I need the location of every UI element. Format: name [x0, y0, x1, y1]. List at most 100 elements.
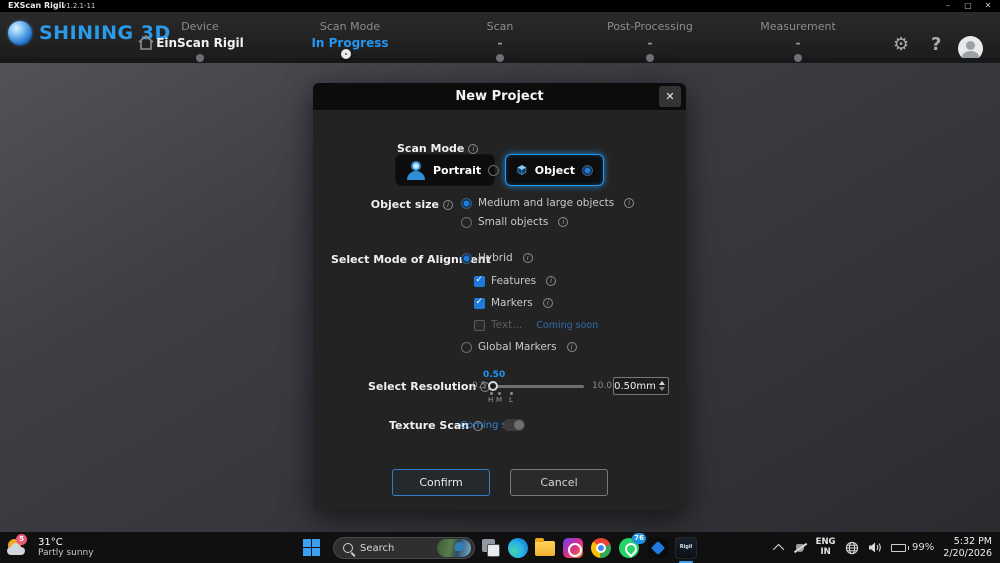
resolution-spinner[interactable]	[656, 381, 668, 391]
option-global-markers[interactable]: Global Markers	[461, 341, 577, 353]
cancel-button[interactable]: Cancel	[510, 469, 608, 496]
network-globe-icon[interactable]	[845, 541, 859, 555]
new-project-dialog: New Project ✕ Scan Mode Portrait Object …	[313, 83, 686, 510]
tick-label-l: L	[509, 396, 513, 404]
option-hybrid[interactable]: Hybrid	[461, 252, 533, 264]
tick-label-m: M	[496, 396, 503, 404]
features-info-icon[interactable]	[546, 276, 557, 286]
object-cube-icon	[517, 164, 527, 176]
spinner-down-icon[interactable]	[659, 387, 665, 391]
markers-checkbox[interactable]	[474, 297, 485, 309]
portrait-person-icon	[406, 160, 426, 180]
file-explorer-icon[interactable]	[534, 537, 556, 559]
markers-info-icon[interactable]	[542, 298, 553, 308]
progress-dot-scan	[496, 54, 504, 62]
start-button[interactable]	[303, 539, 320, 556]
search-icon	[343, 543, 353, 553]
texture-scan-toggle[interactable]	[503, 419, 525, 431]
hybrid-radio[interactable]	[461, 252, 472, 264]
edge-icon[interactable]	[507, 537, 529, 559]
system-tray: ENG IN 99% 5:32 PM 2/20/2026	[772, 532, 1000, 563]
spinner-up-icon[interactable]	[659, 381, 665, 385]
weather-icon: 5	[6, 534, 32, 559]
search-input[interactable]: Search	[333, 537, 475, 559]
hybrid-info-icon[interactable]	[522, 253, 533, 263]
photos-app-icon[interactable]	[562, 537, 584, 559]
exscan-rigil-taskbar-icon[interactable]: Rigil	[675, 537, 697, 563]
taskbar: 5 31°C Partly sunny Search 76 Rigil ENG …	[0, 532, 1000, 563]
option-markers[interactable]: Markers	[474, 297, 553, 309]
search-image-bird	[437, 539, 471, 557]
portrait-mode-button[interactable]: Portrait	[395, 154, 500, 186]
volume-icon[interactable]	[868, 541, 882, 554]
step-device[interactable]: Device EinScan Rigil	[120, 20, 280, 50]
global-markers-info-icon[interactable]	[566, 342, 577, 352]
step-scan-mode[interactable]: Scan Mode In Progress	[270, 20, 430, 50]
weather-desc: Partly sunny	[38, 547, 94, 558]
weather-widget[interactable]: 5 31°C Partly sunny	[6, 534, 94, 559]
tray-chevron-up-icon[interactable]	[772, 543, 784, 555]
confirm-button[interactable]: Confirm	[392, 469, 490, 496]
battery-percent: 99%	[912, 542, 935, 553]
scan-mode-info-icon[interactable]	[468, 144, 479, 154]
language-indicator[interactable]: ENG IN	[816, 537, 836, 557]
tick-dot-m	[498, 392, 501, 395]
small-objects-info-icon[interactable]	[558, 217, 569, 227]
minimize-button[interactable]: –	[940, 0, 956, 11]
tick-dot-h	[490, 392, 493, 395]
app-header: SHINING 3D Device EinScan Rigil Scan Mod…	[0, 12, 1000, 61]
battery-icon	[890, 543, 910, 552]
screen: EXScan Rigil v1.2.1-11 – ▢ ✕ SHINING 3D …	[0, 0, 1000, 563]
resolution-input[interactable]: 0.50mm	[613, 377, 669, 395]
help-icon[interactable]: ?	[931, 36, 941, 54]
medium-large-radio[interactable]	[461, 197, 472, 209]
window-app-version: v1.2.1-11	[62, 2, 96, 10]
dialog-close-button[interactable]: ✕	[659, 86, 681, 107]
chrome-icon[interactable]	[590, 537, 612, 559]
portrait-radio[interactable]	[488, 164, 500, 176]
resolution-max: 10.0	[592, 381, 613, 391]
text-checkbox-disabled	[474, 319, 485, 331]
text-coming-soon-badge: Coming soon	[536, 319, 599, 331]
weather-temp: 31°C	[38, 536, 63, 548]
settings-gear-icon[interactable]: ⚙	[893, 36, 909, 54]
tray-muted-icon[interactable]	[793, 542, 807, 554]
tick-dot-l	[510, 392, 513, 395]
features-checkbox[interactable]	[474, 275, 485, 287]
resolution-min: 0.5	[472, 381, 487, 391]
progress-dot-device	[196, 54, 204, 62]
progress-dot-measurement	[794, 54, 802, 62]
step-post-processing[interactable]: Post-Processing -	[570, 20, 730, 50]
task-view-button[interactable]	[480, 537, 502, 559]
weather-badge: 5	[16, 534, 27, 545]
clock[interactable]: 5:32 PM 2/20/2026	[943, 536, 992, 560]
small-objects-radio[interactable]	[461, 216, 472, 228]
object-radio[interactable]	[582, 164, 593, 176]
resolution-slider[interactable]	[488, 381, 584, 391]
option-features[interactable]: Features	[474, 275, 557, 287]
maximize-button[interactable]: ▢	[960, 0, 976, 11]
object-mode-button[interactable]: Object	[505, 154, 604, 186]
toggle-knob	[514, 420, 524, 430]
step-measurement[interactable]: Measurement -	[718, 20, 878, 50]
window-app-name: EXScan Rigil	[8, 1, 65, 10]
option-small-objects[interactable]: Small objects	[461, 216, 569, 228]
whatsapp-badge: 76	[632, 533, 646, 544]
tick-label-h: H	[488, 396, 494, 404]
global-markers-radio[interactable]	[461, 341, 472, 353]
step-scan[interactable]: Scan -	[420, 20, 580, 50]
dialog-header: New Project ✕	[313, 83, 686, 110]
object-size-info-icon[interactable]	[443, 200, 453, 210]
battery-indicator[interactable]: 99%	[890, 542, 935, 553]
medium-large-info-icon[interactable]	[624, 198, 635, 208]
option-text-disabled: Text... Coming soon	[474, 319, 598, 331]
whatsapp-icon[interactable]: 76	[618, 533, 646, 559]
diamond-app-icon[interactable]	[647, 537, 669, 559]
search-placeholder: Search	[360, 542, 395, 554]
window-close-button[interactable]: ✕	[980, 0, 996, 11]
option-medium-large-objects[interactable]: Medium and large objects	[461, 197, 635, 209]
resolution-slider-handle[interactable]	[488, 381, 498, 391]
resolution-input-value: 0.50mm	[614, 380, 656, 392]
shining3d-globe-icon	[8, 21, 32, 45]
progress-dot-scan-mode-active	[341, 49, 351, 59]
